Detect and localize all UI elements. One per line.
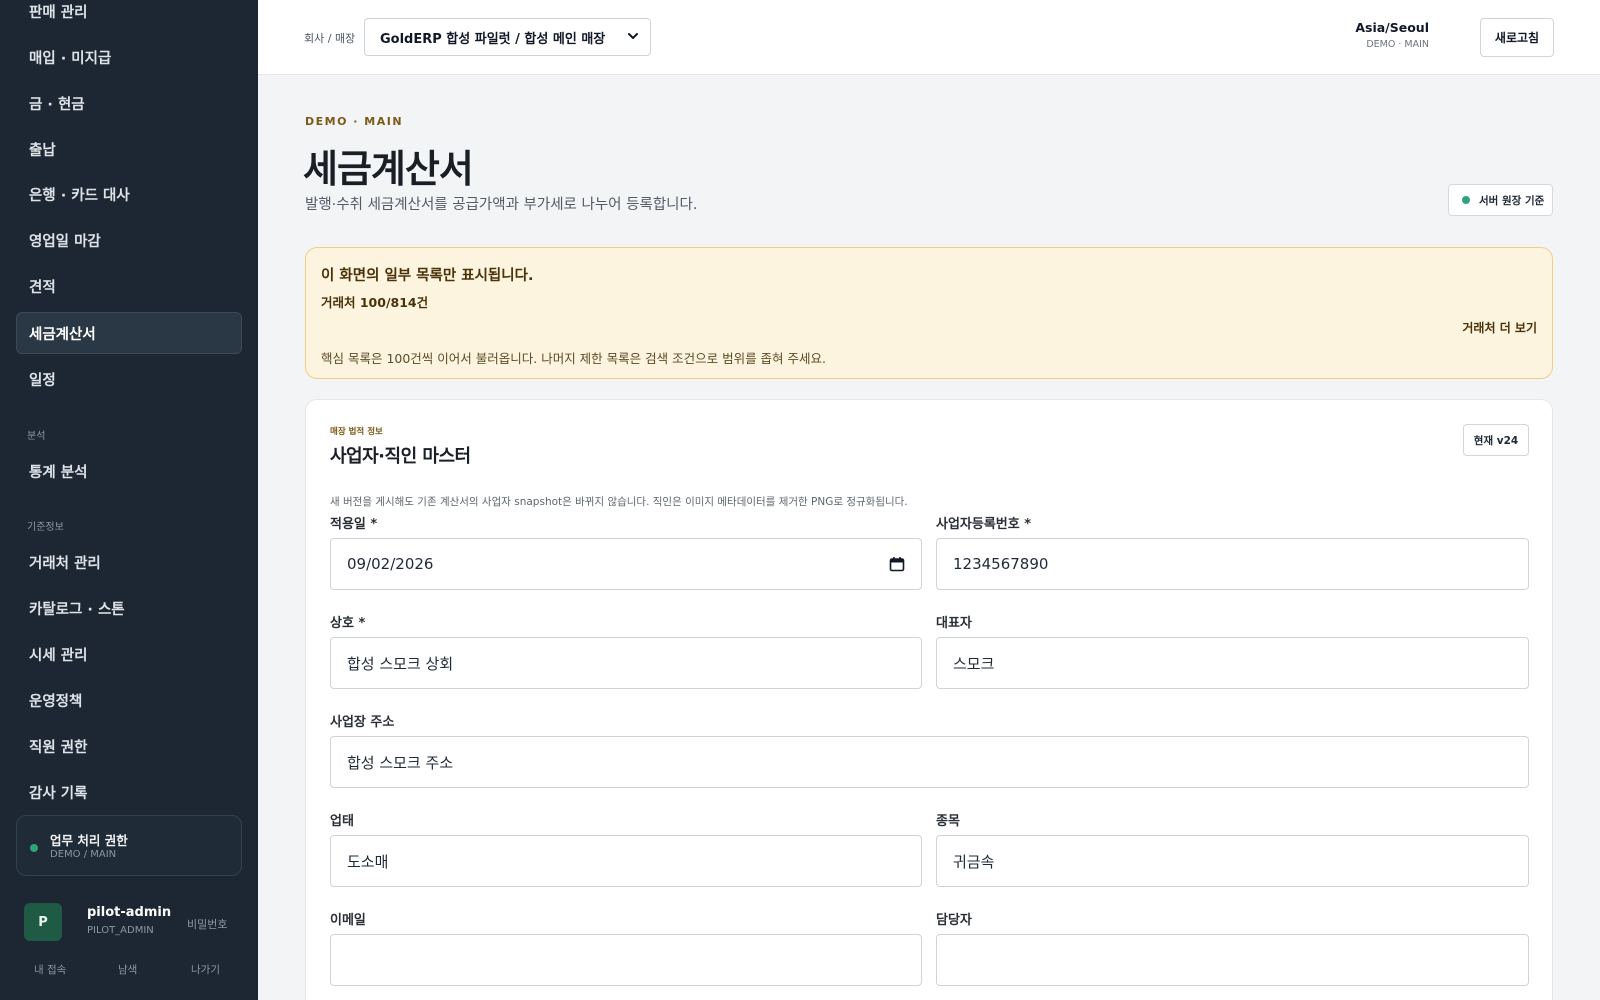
load-more-partners-link[interactable]: 거래처 더 보기 bbox=[1462, 319, 1537, 336]
sidebar-item-label: 통계 분석 bbox=[29, 464, 88, 481]
sidebar-item-label: 세금계산서 bbox=[29, 326, 96, 343]
page-eyebrow: DEMO · MAIN bbox=[305, 115, 404, 128]
warning-title: 이 화면의 일부 목록만 표시됩니다. bbox=[321, 268, 534, 284]
sidebar-item-label: 일정 bbox=[29, 372, 56, 389]
theme-link[interactable]: 남색 bbox=[118, 962, 137, 977]
business-type-label: 업태 bbox=[330, 814, 354, 829]
biz-number-value: 1234567890 bbox=[953, 555, 1049, 573]
effective-date-label: 적용일 * bbox=[330, 517, 378, 532]
sidebar-item-catalog[interactable]: 카탈로그 · 스톤 bbox=[16, 587, 242, 629]
representative-field[interactable]: 스모크 bbox=[936, 637, 1529, 689]
biz-number-label: 사업자등록번호 * bbox=[936, 517, 1032, 532]
company-name-value: 합성 스모크 상회 bbox=[347, 654, 454, 673]
sidebar-item-gold-cash[interactable]: 금 · 현금 bbox=[16, 82, 242, 124]
business-type-field[interactable]: 도소매 bbox=[330, 835, 922, 887]
sidebar-item-label: 영업일 마감 bbox=[29, 233, 101, 250]
biz-number-field[interactable]: 1234567890 bbox=[936, 538, 1529, 590]
sidebar: 판매 관리 매입 · 미지급 금 · 현금 출납 은행 · 카드 대사 영업일 … bbox=[0, 0, 258, 1000]
sidebar-section-analysis: 분석 bbox=[27, 431, 46, 442]
address-value: 합성 스모크 주소 bbox=[347, 753, 454, 772]
avatar: P bbox=[24, 903, 62, 941]
timezone-block: Asia/Seoul DEMO · MAIN bbox=[1355, 20, 1429, 50]
company-store-select[interactable]: GoldERP 합성 파일럿 / 합성 메인 매장 bbox=[364, 18, 651, 56]
card-title: 사업자·직인 마스터 bbox=[330, 446, 471, 467]
scope-label: DEMO · MAIN bbox=[1366, 39, 1429, 50]
sidebar-item-purchases[interactable]: 매입 · 미지급 bbox=[16, 36, 242, 78]
contact-field[interactable] bbox=[936, 934, 1529, 986]
page-title: 세금계산서 bbox=[303, 147, 474, 191]
address-field[interactable]: 합성 스모크 주소 bbox=[330, 736, 1529, 788]
logout-link[interactable]: 나가기 bbox=[191, 962, 220, 977]
business-type-value: 도소매 bbox=[347, 852, 389, 871]
company-store-label: 회사 / 매장 bbox=[304, 32, 356, 45]
warning-note: 핵심 목록은 100건씩 이어서 불러옵니다. 나머지 제한 목록은 검색 조건… bbox=[321, 351, 826, 366]
business-item-value: 귀금속 bbox=[953, 852, 995, 871]
sidebar-section-master: 기준정보 bbox=[27, 522, 64, 533]
user-name: pilot-admin bbox=[87, 905, 172, 920]
server-ledger-badge: 서버 원장 기준 bbox=[1448, 184, 1553, 216]
sidebar-item-sales[interactable]: 판매 관리 bbox=[16, 0, 242, 32]
business-item-field[interactable]: 귀금속 bbox=[936, 835, 1529, 887]
sidebar-item-label: 매입 · 미지급 bbox=[29, 50, 112, 67]
sidebar-item-schedule[interactable]: 일정 bbox=[16, 358, 242, 400]
card-eyebrow: 매장 법적 정보 bbox=[330, 427, 383, 437]
status-dot-icon bbox=[30, 844, 38, 852]
permission-title: 업무 처리 권한 bbox=[50, 833, 128, 848]
partial-list-warning: 이 화면의 일부 목록만 표시됩니다. 거래처 100/814건 거래처 더 보… bbox=[305, 247, 1553, 379]
timezone: Asia/Seoul bbox=[1355, 20, 1429, 35]
sidebar-item-label: 직원 권한 bbox=[29, 739, 88, 756]
company-name-field[interactable]: 합성 스모크 상회 bbox=[330, 637, 922, 689]
sidebar-item-staff-permissions[interactable]: 직원 권한 bbox=[16, 725, 242, 767]
sidebar-item-label: 출납 bbox=[29, 142, 56, 159]
server-ledger-label: 서버 원장 기준 bbox=[1479, 194, 1545, 207]
sidebar-item-quotes[interactable]: 견적 bbox=[16, 265, 242, 307]
effective-date-value: 09/02/2026 bbox=[347, 555, 434, 573]
refresh-button[interactable]: 새로고침 bbox=[1480, 18, 1554, 57]
sidebar-item-label: 카탈로그 · 스톤 bbox=[29, 601, 125, 618]
sidebar-item-day-close[interactable]: 영업일 마감 bbox=[16, 219, 242, 261]
sidebar-item-prices[interactable]: 시세 관리 bbox=[16, 633, 242, 675]
sidebar-item-label: 거래처 관리 bbox=[29, 555, 101, 572]
business-item-label: 종목 bbox=[936, 814, 960, 829]
sidebar-item-policy[interactable]: 운영정책 bbox=[16, 679, 242, 721]
business-seal-master-card: 매장 법적 정보 사업자·직인 마스터 현재 v24 새 버전을 게시해도 기존… bbox=[305, 399, 1553, 1000]
permission-scope: DEMO / MAIN bbox=[50, 849, 117, 860]
representative-label: 대표자 bbox=[936, 616, 972, 631]
topbar: 회사 / 매장 GoldERP 합성 파일럿 / 합성 메인 매장 Asia/S… bbox=[258, 0, 1600, 75]
company-store-value: GoldERP 합성 파일럿 / 합성 메인 매장 bbox=[380, 31, 606, 47]
company-name-label: 상호 * bbox=[330, 616, 366, 631]
sidebar-item-bank-card[interactable]: 은행 · 카드 대사 bbox=[16, 173, 242, 215]
effective-date-field[interactable]: 09/02/2026 bbox=[330, 538, 922, 590]
warning-count: 거래처 100/814건 bbox=[321, 295, 429, 310]
sidebar-item-label: 견적 bbox=[29, 279, 56, 296]
address-label: 사업장 주소 bbox=[330, 715, 395, 730]
page-description: 발행·수취 세금계산서를 공급가액과 부가세로 나누어 등록합니다. bbox=[305, 197, 698, 213]
email-field[interactable] bbox=[330, 934, 922, 986]
sidebar-item-label: 감사 기록 bbox=[29, 785, 88, 802]
chevron-down-icon bbox=[628, 33, 638, 39]
sidebar-item-label: 운영정책 bbox=[29, 693, 83, 710]
calendar-icon[interactable] bbox=[889, 556, 905, 572]
permission-card: 업무 처리 권한 DEMO / MAIN bbox=[16, 815, 242, 876]
representative-value: 스모크 bbox=[953, 654, 995, 673]
card-note: 새 버전을 게시해도 기존 계산서의 사업자 snapshot은 바뀌지 않습니… bbox=[330, 496, 908, 508]
sidebar-item-tax-invoice[interactable]: 세금계산서 bbox=[16, 312, 242, 354]
sidebar-item-partners[interactable]: 거래처 관리 bbox=[16, 541, 242, 583]
status-dot-icon bbox=[1462, 196, 1470, 204]
sidebar-item-label: 판매 관리 bbox=[29, 4, 88, 21]
sidebar-item-label: 시세 관리 bbox=[29, 647, 88, 664]
version-button[interactable]: 현재 v24 bbox=[1463, 424, 1529, 456]
sidebar-item-statistics[interactable]: 통계 분석 bbox=[16, 450, 242, 492]
contact-label: 담당자 bbox=[936, 913, 972, 928]
user-role: PILOT_ADMIN bbox=[87, 925, 154, 936]
my-sessions-link[interactable]: 내 접속 bbox=[34, 962, 66, 977]
sidebar-item-audit-log[interactable]: 감사 기록 bbox=[16, 771, 242, 813]
sidebar-item-label: 금 · 현금 bbox=[29, 96, 85, 113]
sidebar-item-label: 은행 · 카드 대사 bbox=[29, 187, 130, 204]
sidebar-item-cashbook[interactable]: 출납 bbox=[16, 128, 242, 170]
email-label: 이메일 bbox=[330, 913, 366, 928]
password-link[interactable]: 비밀번호 bbox=[187, 916, 227, 932]
